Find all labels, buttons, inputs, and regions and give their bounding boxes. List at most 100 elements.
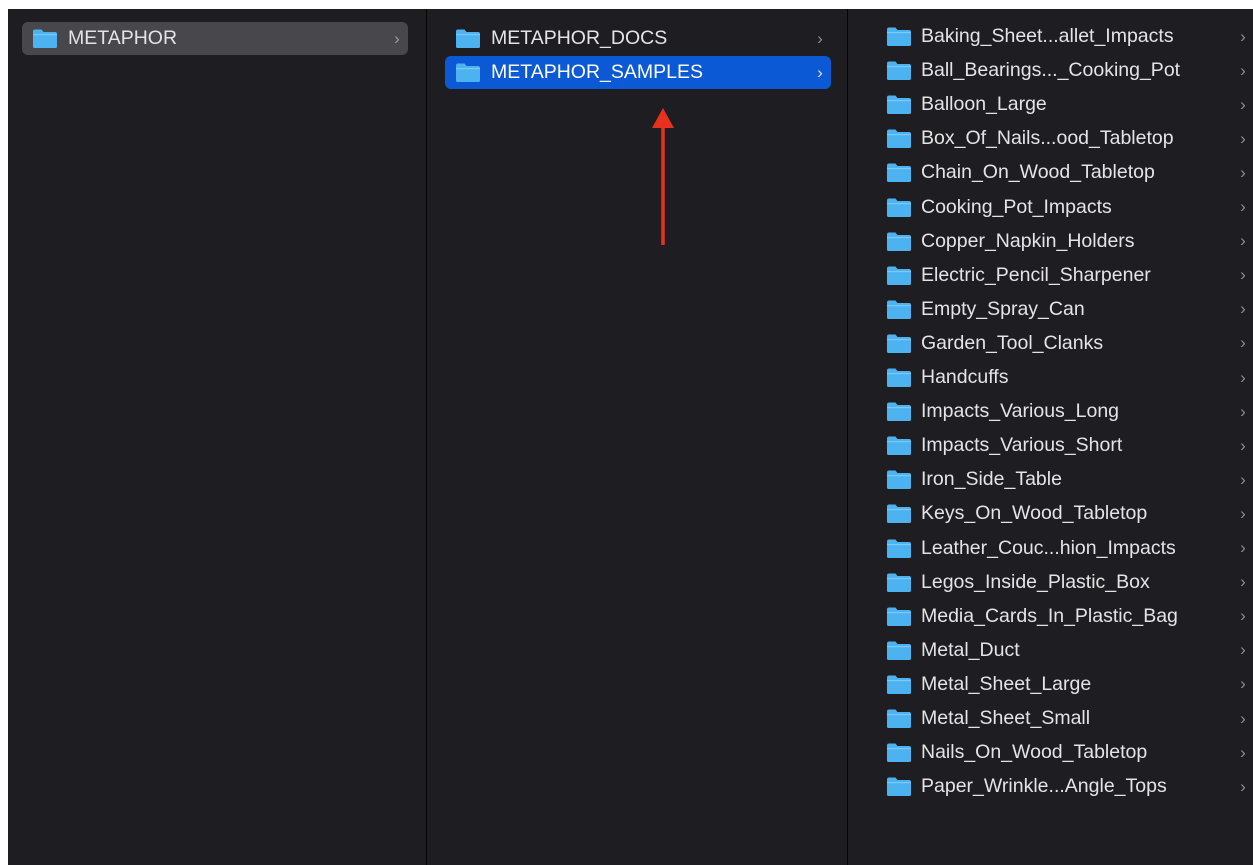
folder-row[interactable]: Leather_Couc...hion_Impacts › <box>874 532 1253 565</box>
folder-row[interactable]: Balloon_Large › <box>874 88 1253 121</box>
chevron-right-icon: › <box>1240 640 1246 660</box>
folder-name: Chain_On_Wood_Tabletop <box>921 161 1155 184</box>
chevron-right-icon: › <box>1240 162 1246 182</box>
chevron-right-icon: › <box>1240 26 1246 46</box>
folder-name: Metal_Sheet_Large <box>921 672 1092 695</box>
folder-icon <box>887 95 911 115</box>
folder-row[interactable]: Chain_On_Wood_Tabletop › <box>874 156 1253 189</box>
chevron-right-icon: › <box>1240 333 1246 353</box>
folder-row[interactable]: Cooking_Pot_Impacts › <box>874 191 1253 224</box>
chevron-right-icon: › <box>1240 572 1246 592</box>
folder-icon <box>887 334 911 353</box>
folder-name: Nails_On_Wood_Tabletop <box>921 741 1148 764</box>
folder-name: Media_Cards_In_Plastic_Bag <box>921 604 1178 627</box>
folder-icon <box>887 504 911 524</box>
chevron-right-icon: › <box>1240 299 1246 319</box>
chevron-right-icon: › <box>1240 538 1246 557</box>
folder-icon <box>456 29 480 48</box>
folder-row[interactable]: Legos_Inside_Plastic_Box › <box>874 566 1253 599</box>
folder-icon <box>887 709 911 728</box>
chevron-right-icon: › <box>1240 708 1246 728</box>
folder-row[interactable]: Baking_Sheet...allet_Impacts › <box>874 20 1253 53</box>
chevron-right-icon: › <box>1240 367 1246 387</box>
folder-name: Cooking_Pot_Impacts <box>921 195 1112 218</box>
chevron-right-icon: › <box>1240 197 1246 216</box>
folder-row[interactable]: Media_Cards_In_Plastic_Bag › <box>874 600 1253 633</box>
chevron-right-icon: › <box>1240 128 1246 148</box>
folder-name: Box_Of_Nails...ood_Tabletop <box>921 127 1174 150</box>
folder-icon <box>887 266 911 285</box>
chevron-right-icon: › <box>1240 469 1246 489</box>
folder-icon <box>887 470 911 490</box>
folder-name: METAPHOR_DOCS <box>491 27 668 49</box>
chevron-right-icon: › <box>1240 776 1246 796</box>
folder-row[interactable]: Box_Of_Nails...ood_Tabletop › <box>874 122 1253 155</box>
folder-row[interactable]: Copper_Napkin_Holders › <box>874 225 1253 258</box>
folder-icon <box>887 198 911 217</box>
chevron-right-icon: › <box>1240 674 1246 694</box>
folder-name: Copper_Napkin_Holders <box>921 229 1135 252</box>
folder-name: Leather_Couc...hion_Impacts <box>921 536 1176 559</box>
folder-row[interactable]: Impacts_Various_Long › <box>874 395 1253 428</box>
chevron-right-icon: › <box>1240 742 1246 762</box>
folder-name: Garden_Tool_Clanks <box>921 331 1104 354</box>
folder-row[interactable]: Iron_Side_Table › <box>874 463 1253 496</box>
folder-row[interactable]: Metal_Sheet_Large › <box>874 668 1253 701</box>
folder-row[interactable]: Ball_Bearings..._Cooking_Pot › <box>874 54 1253 87</box>
folder-icon <box>887 61 911 81</box>
folder-name: Impacts_Various_Long <box>921 400 1120 423</box>
folder-name: Impacts_Various_Short <box>921 434 1123 457</box>
folder-name: Iron_Side_Table <box>921 468 1062 491</box>
folder-icon <box>887 777 911 797</box>
chevron-right-icon: › <box>817 62 823 82</box>
chevron-right-icon: › <box>394 28 400 48</box>
folder-name: Keys_On_Wood_Tabletop <box>921 502 1148 525</box>
folder-icon <box>887 436 911 456</box>
folder-icon <box>887 607 911 626</box>
folder-row[interactable]: Empty_Spray_Can › <box>874 293 1253 326</box>
folder-name: Paper_Wrinkle...Angle_Tops <box>921 775 1167 798</box>
folder-icon <box>33 29 57 48</box>
folder-icon <box>887 27 911 46</box>
folder-icon <box>887 368 911 387</box>
column-2: METAPHOR_DOCS › METAPHOR_SAMPLES › <box>427 9 847 865</box>
folder-row[interactable]: Metal_Sheet_Small › <box>874 702 1253 735</box>
folder-row[interactable]: Paper_Wrinkle...Angle_Tops › <box>874 770 1253 803</box>
chevron-right-icon: › <box>1240 401 1246 421</box>
folder-name: Metal_Sheet_Small <box>921 707 1091 729</box>
folder-icon <box>887 163 911 183</box>
folder-name: Ball_Bearings..._Cooking_Pot <box>921 59 1181 82</box>
folder-row[interactable]: Nails_On_Wood_Tabletop › <box>874 736 1253 769</box>
folder-row[interactable]: Electric_Pencil_Sharpener › <box>874 259 1253 292</box>
folder-name: METAPHOR <box>68 27 178 49</box>
folder-row[interactable]: METAPHOR_DOCS › <box>445 22 831 55</box>
folder-row[interactable]: Keys_On_Wood_Tabletop › <box>874 497 1253 530</box>
folder-name: Handcuffs <box>921 366 1009 388</box>
folder-icon <box>887 641 911 660</box>
folder-name: Empty_Spray_Can <box>921 297 1085 320</box>
folder-name: Metal_Duct <box>921 638 1020 661</box>
folder-icon <box>456 63 480 82</box>
folder-row[interactable]: Handcuffs › <box>874 361 1253 394</box>
chevron-right-icon: › <box>1240 265 1246 285</box>
chevron-right-icon: › <box>1240 60 1246 80</box>
folder-name: Balloon_Large <box>921 93 1047 116</box>
folder-name: Electric_Pencil_Sharpener <box>921 263 1151 286</box>
folder-name: METAPHOR_SAMPLES <box>491 61 704 83</box>
folder-icon <box>887 402 911 422</box>
folder-icon <box>887 129 911 149</box>
folder-row[interactable]: Garden_Tool_Clanks › <box>874 327 1253 360</box>
folder-row[interactable]: METAPHOR › <box>22 22 408 55</box>
folder-icon <box>887 675 911 694</box>
chevron-right-icon: › <box>1240 231 1246 251</box>
folder-row[interactable]: Impacts_Various_Short › <box>874 429 1253 462</box>
folder-name: Legos_Inside_Plastic_Box <box>921 570 1150 593</box>
chevron-right-icon: › <box>1240 94 1246 114</box>
folder-row[interactable]: METAPHOR_SAMPLES › <box>445 56 831 89</box>
chevron-right-icon: › <box>1240 435 1246 455</box>
folder-row[interactable]: Metal_Duct › <box>874 634 1253 667</box>
folder-icon <box>887 232 911 251</box>
chevron-right-icon: › <box>1240 606 1246 626</box>
column-1: METAPHOR › <box>8 9 426 865</box>
chevron-right-icon: › <box>1240 503 1246 523</box>
